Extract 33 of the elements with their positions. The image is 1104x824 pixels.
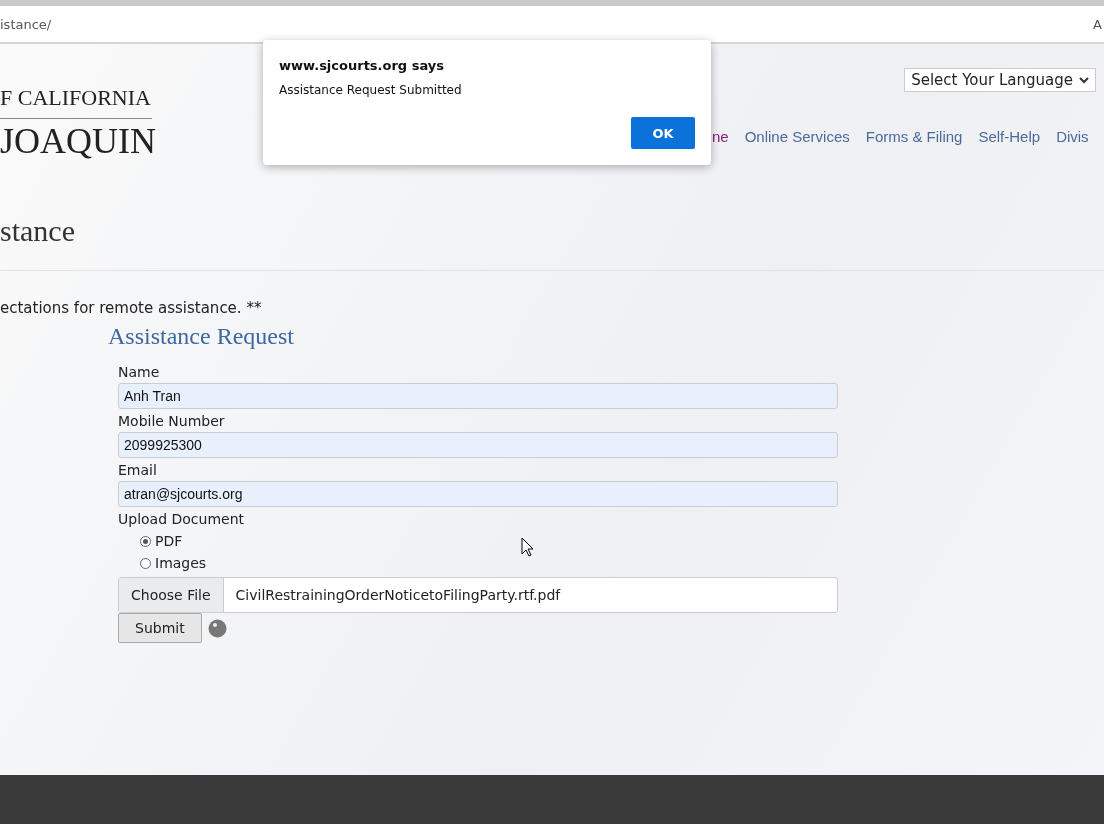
file-name: CivilRestrainingOrderNoticetoFilingParty.rtf.pdf — [234, 587, 561, 603]
ball-icon — [207, 618, 227, 638]
radio-label: Images — [155, 555, 207, 571]
submit-button[interactable]: Submit — [118, 613, 202, 643]
logo-text: F CALIFORNIA — [0, 84, 152, 112]
nav-link[interactable]: Self-Help — [978, 128, 1041, 145]
page-title: stance — [0, 190, 1104, 271]
file-field[interactable]: Choose File CivilRestrainingOrderNoticetoFilingParty.rtf.pdf — [118, 577, 838, 613]
form-title: Assistance Request — [108, 323, 295, 350]
nav-link[interactable]: Online Services — [744, 128, 850, 145]
input-field[interactable]: Anh Tran — [118, 383, 838, 409]
field-label: Upload Document — [118, 511, 246, 527]
nav-link[interactable]: Forms & Filing — [865, 128, 963, 145]
ok-button[interactable]: OK — [631, 117, 695, 149]
intro-text: ectations for remote assistance. ** — [0, 299, 263, 317]
chevron-icon — [1079, 76, 1089, 84]
input-field[interactable]: 2099925300 — [118, 432, 838, 458]
language-select[interactable]: Select Your Language — [904, 68, 1096, 92]
input-field[interactable]: atran@sjcourts.org — [118, 481, 838, 507]
address-bar-text: A — [1093, 16, 1102, 32]
radio-button[interactable] — [140, 557, 151, 569]
field-label: Email — [118, 462, 158, 478]
nav-link[interactable]: Divis — [1056, 128, 1089, 145]
dialog-message: Assistance Request Submitted — [279, 83, 463, 97]
dialog-title: www.sjcourts.org says — [279, 58, 446, 73]
nav-link[interactable]: ne — [712, 128, 729, 145]
address-url[interactable]: istance/ — [0, 16, 52, 32]
field-label: Name — [118, 364, 161, 380]
radio-button[interactable] — [140, 535, 151, 547]
field-label: Mobile Number — [118, 413, 226, 429]
choose-file-button[interactable]: Choose File — [119, 578, 224, 612]
cursor-icon — [521, 537, 534, 557]
radio-label: PDF — [155, 533, 183, 549]
